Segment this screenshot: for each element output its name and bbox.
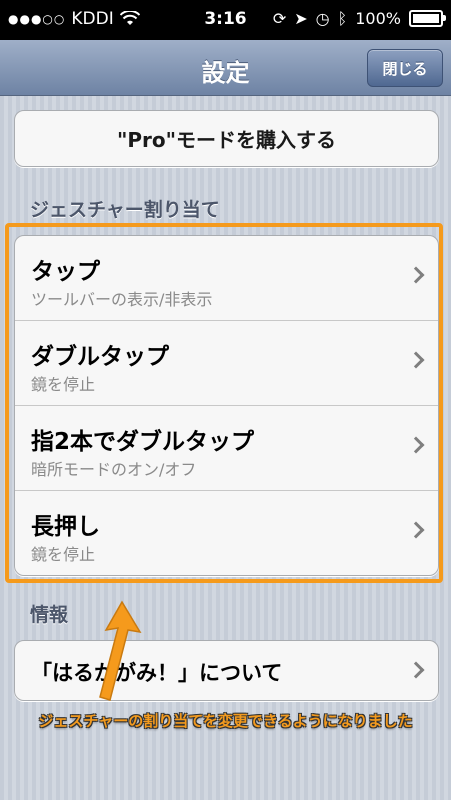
- row-title: 「はるかがみ！」について: [31, 661, 283, 685]
- gesture-section-header: ジェスチャー割り当て: [30, 199, 220, 221]
- info-section-header: 情報: [30, 604, 69, 626]
- location-icon: ➤: [294, 9, 308, 28]
- navigation-bar: 設定 閉じる: [0, 40, 451, 96]
- close-button[interactable]: 閉じる: [367, 49, 443, 87]
- chevron-right-icon: [407, 661, 425, 679]
- status-bar: ●●●○○ KDDI 3:16 ⟳ ➤ ◷ ᛒ 100%: [0, 0, 451, 40]
- alarm-icon: ◷: [315, 9, 330, 28]
- annotation-caption: ジェスチャーの割り当てを変更できるようになりました: [38, 712, 413, 730]
- battery-percent: 100%: [355, 9, 401, 28]
- buy-pro-mode-button[interactable]: "Pro"モードを購入する: [14, 110, 439, 167]
- info-list: 「はるかがみ！」について: [14, 640, 439, 701]
- rotation-lock-icon: ⟳: [272, 9, 287, 28]
- about-row[interactable]: 「はるかがみ！」について: [15, 641, 438, 700]
- bluetooth-icon: ᛒ: [337, 9, 348, 28]
- status-right: ⟳ ➤ ◷ ᛒ 100%: [272, 9, 446, 28]
- battery-icon: [409, 10, 446, 27]
- annotation-arrow-icon: [99, 600, 142, 701]
- highlight-box: [5, 223, 443, 583]
